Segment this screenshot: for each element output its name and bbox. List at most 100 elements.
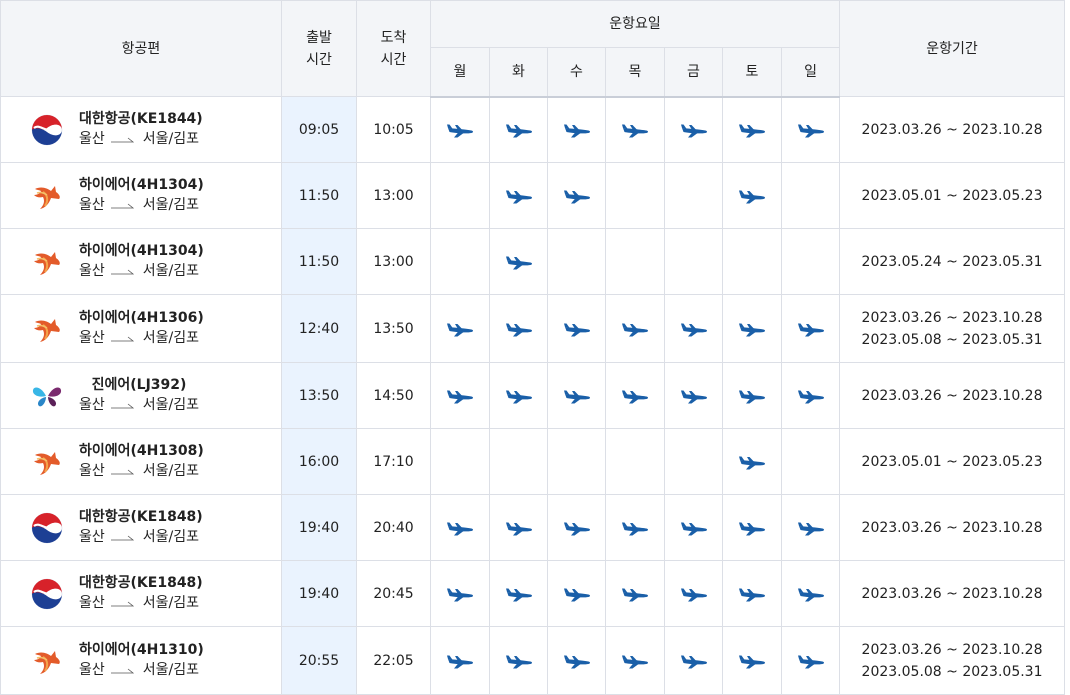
airplane-icon — [563, 388, 591, 404]
origin: 울산 — [79, 397, 105, 413]
airplane-icon — [738, 388, 766, 404]
korean-air-logo-icon — [31, 114, 63, 146]
route-arrow-icon — [105, 593, 143, 614]
flight-schedule-table: 항공편 출발 시간 도착 시간 운항요일 운항기간 월 화 수 목 금 토 일 대한… — [0, 0, 1066, 695]
day-cell-wed — [547, 96, 606, 163]
day-cell-sun — [780, 626, 841, 695]
header-day-wed: 수 — [547, 47, 606, 98]
departure-time: 09:05 — [281, 96, 357, 163]
origin: 울산 — [79, 463, 105, 479]
day-cell-tue — [489, 362, 548, 429]
header-day-thu: 목 — [605, 47, 665, 98]
jin-air-logo-icon — [31, 380, 63, 412]
flight-cell: 하이에어(4H1310) 울산 서울/김포 — [0, 626, 282, 695]
airplane-icon — [505, 586, 533, 602]
day-cell-sat — [722, 228, 782, 295]
day-cell-sun — [780, 494, 841, 561]
hi-air-logo-icon — [31, 645, 63, 677]
operating-period: 2023.05.01 ~ 2023.05.23 — [839, 428, 1066, 495]
period-range: 2023.03.26 ~ 2023.10.28 — [861, 121, 1043, 138]
day-cell-sat — [722, 96, 782, 163]
day-cell-thu — [605, 96, 665, 163]
operating-period: 2023.05.24 ~ 2023.05.31 — [839, 228, 1066, 295]
airplane-icon — [680, 653, 708, 669]
day-cell-fri — [664, 362, 723, 429]
day-cell-thu — [605, 626, 665, 695]
airplane-icon — [446, 653, 474, 669]
airplane-icon — [446, 586, 474, 602]
operating-period: 2023.03.26 ~ 2023.10.28 2023.05.08 ~ 2023… — [839, 626, 1066, 695]
flight-cell: 하이에어(4H1306) 울산 서울/김포 — [0, 294, 282, 363]
airplane-icon — [621, 321, 649, 337]
flight-name: 대한항공(KE1848) — [79, 509, 203, 525]
table-row: 대한항공(KE1848) 울산 서울/김포 19:40 20:40 2023.03.26 … — [0, 494, 1066, 561]
departure-time: 13:50 — [281, 362, 357, 429]
airplane-icon — [505, 188, 533, 204]
day-cell-mon — [430, 96, 490, 163]
day-cell-sat — [722, 162, 782, 229]
airplane-icon — [563, 122, 591, 138]
period-range: 2023.05.01 ~ 2023.05.23 — [861, 453, 1043, 470]
airplane-icon — [505, 122, 533, 138]
airplane-icon — [621, 388, 649, 404]
departure-time: 12:40 — [281, 294, 357, 363]
table-row: 하이에어(4H1306) 울산 서울/김포 12:40 13:50 2023.03.26 … — [0, 294, 1066, 363]
day-cell-sun — [780, 228, 841, 295]
day-cell-sun — [780, 294, 841, 363]
airplane-icon — [797, 122, 825, 138]
table-row: 대한항공(KE1844) 울산 서울/김포 09:05 10:05 2023.03.26 … — [0, 96, 1066, 163]
day-cell-thu — [605, 362, 665, 429]
route: 울산 서울/김포 — [79, 660, 204, 681]
day-cell-thu — [605, 560, 665, 627]
arrival-time: 14:50 — [356, 362, 431, 429]
route: 울산 서울/김포 — [79, 328, 204, 349]
day-cell-mon — [430, 362, 490, 429]
arrival-time: 20:40 — [356, 494, 431, 561]
hi-air-logo-icon — [31, 446, 63, 478]
flight-cell: 하이에어(4H1304) 울산 서울/김포 — [0, 228, 282, 295]
airplane-icon — [563, 653, 591, 669]
day-cell-thu — [605, 228, 665, 295]
operating-period: 2023.03.26 ~ 2023.10.28 — [839, 494, 1066, 561]
origin: 울산 — [79, 263, 105, 279]
day-cell-thu — [605, 494, 665, 561]
table-row: 하이에어(4H1304) 울산 서울/김포 11:50 13:00 2023.05.24 … — [0, 228, 1066, 295]
airplane-icon — [680, 122, 708, 138]
arrival-time: 20:45 — [356, 560, 431, 627]
flight-cell: 대한항공(KE1848) 울산 서울/김포 — [0, 494, 282, 561]
flight-name: 하이에어(4H1310) — [79, 642, 204, 658]
period-range: 2023.03.26 ~ 2023.10.28 — [861, 387, 1043, 404]
route-arrow-icon — [105, 129, 143, 150]
airplane-icon — [738, 122, 766, 138]
airplane-icon — [563, 188, 591, 204]
period-range: 2023.03.26 ~ 2023.10.28 — [861, 309, 1043, 326]
korean-air-logo-icon — [31, 578, 63, 610]
airplane-icon — [797, 520, 825, 536]
day-cell-mon — [430, 494, 490, 561]
header-arrival-time: 도착 시간 — [356, 0, 431, 97]
operating-period: 2023.03.26 ~ 2023.10.28 — [839, 560, 1066, 627]
day-cell-wed — [547, 362, 606, 429]
day-cell-fri — [664, 228, 723, 295]
departure-time: 20:55 — [281, 626, 357, 695]
airplane-icon — [563, 586, 591, 602]
origin: 울산 — [79, 529, 105, 545]
airplane-icon — [621, 520, 649, 536]
table-row: 대한항공(KE1848) 울산 서울/김포 19:40 20:45 2023.03.26 … — [0, 560, 1066, 627]
airplane-icon — [505, 321, 533, 337]
day-cell-sun — [780, 162, 841, 229]
origin: 울산 — [79, 595, 105, 611]
day-cell-wed — [547, 294, 606, 363]
route-arrow-icon — [105, 328, 143, 349]
airplane-icon — [621, 122, 649, 138]
day-cell-fri — [664, 162, 723, 229]
departure-time: 19:40 — [281, 560, 357, 627]
airplane-icon — [621, 653, 649, 669]
departure-time: 16:00 — [281, 428, 357, 495]
header-operating-period: 운항기간 — [839, 0, 1066, 97]
header-day-sun: 일 — [780, 47, 841, 98]
airplane-icon — [446, 388, 474, 404]
origin: 울산 — [79, 330, 105, 346]
day-cell-wed — [547, 560, 606, 627]
day-cell-sat — [722, 626, 782, 695]
